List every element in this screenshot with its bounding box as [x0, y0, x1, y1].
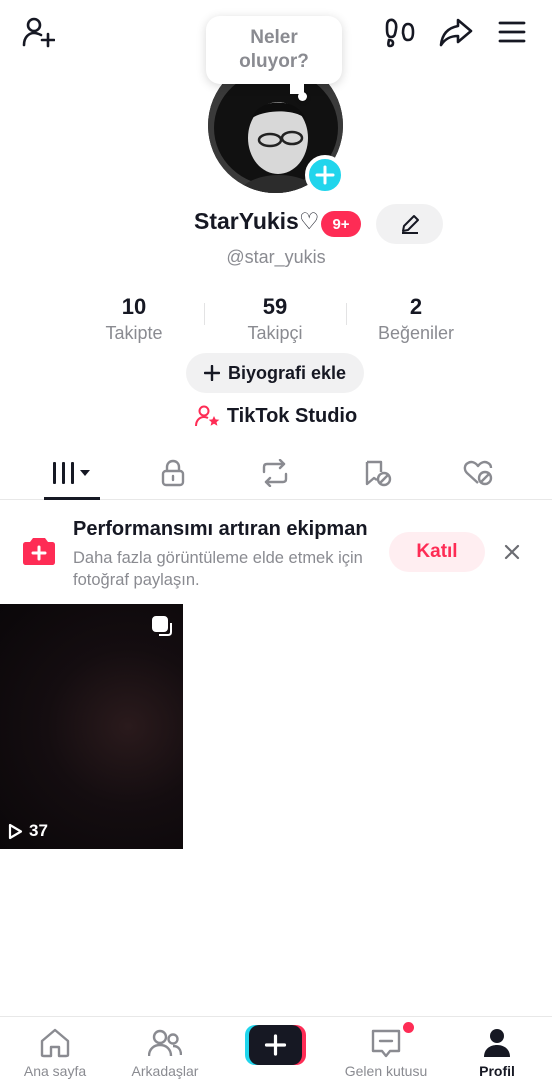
create-button[interactable]: [245, 1025, 306, 1065]
tab-liked[interactable]: [424, 446, 534, 500]
notification-badge: 9+: [321, 211, 361, 237]
add-bio-button[interactable]: Biyografi ekle: [186, 353, 364, 393]
nav-profile-label: Profil: [479, 1063, 515, 1079]
tab-private[interactable]: [118, 446, 228, 500]
video-thumbnail[interactable]: 37: [0, 604, 183, 849]
inbox-notification-dot: [403, 1022, 414, 1033]
friends-icon: [148, 1029, 182, 1057]
promo-title: Performansımı artıran ekipman: [73, 518, 368, 540]
nav-profile[interactable]: Profil: [442, 1017, 552, 1080]
nav-inbox[interactable]: Gelen kutusu: [331, 1017, 441, 1080]
nav-friends[interactable]: Arkadaşlar: [110, 1017, 220, 1080]
menu-button[interactable]: [492, 12, 532, 52]
nav-home-label: Ana sayfa: [23, 1063, 87, 1079]
lock-icon: [161, 459, 185, 487]
add-friend-button[interactable]: [18, 12, 58, 52]
tab-reposts[interactable]: [220, 446, 330, 500]
repost-icon: [262, 459, 288, 487]
videos-grid-icon: [53, 462, 90, 484]
promo-subtitle: Daha fazla görüntüleme elde etmek için f…: [73, 549, 363, 589]
tab-videos[interactable]: [17, 446, 127, 500]
following-label: Takipte: [105, 323, 163, 343]
profile-handle: @star_yukis: [226, 247, 326, 267]
pencil-icon: [401, 215, 419, 234]
play-icon: [8, 823, 23, 839]
video-views: 37: [8, 821, 48, 841]
multi-photo-icon: [152, 616, 172, 636]
studio-person-star-icon: [194, 405, 220, 427]
join-button[interactable]: Katıl: [389, 532, 485, 572]
person-add-icon: [22, 17, 55, 48]
plus-icon: [315, 165, 335, 185]
nav-friends-label: Arkadaşlar: [131, 1063, 199, 1079]
profile-tabs: [0, 446, 552, 500]
hidden-liked-icon: [463, 460, 493, 486]
home-icon: [40, 1028, 70, 1058]
share-icon: [439, 18, 473, 47]
camera-plus-icon: [23, 538, 55, 565]
footprints-button[interactable]: [380, 12, 420, 52]
add-photo-button[interactable]: [305, 155, 345, 195]
nav-inbox-label: Gelen kutusu: [344, 1063, 428, 1079]
edit-profile-button[interactable]: [376, 204, 443, 244]
create-plus-icon: [245, 1025, 306, 1065]
profile-username[interactable]: StarYukis♡: [194, 208, 319, 235]
likes-stat[interactable]: 2 Beğeniler: [346, 294, 486, 345]
thought-bubble[interactable]: Neler oluyor?: [206, 16, 342, 84]
share-profile-button[interactable]: [436, 12, 476, 52]
tab-favorites[interactable]: [323, 446, 433, 500]
add-bio-label: Biyografi ekle: [227, 362, 347, 383]
following-stat[interactable]: 10 Takipte: [64, 294, 204, 345]
video-view-count: 37: [29, 821, 48, 840]
followers-label: Takipçi: [247, 323, 303, 343]
plus-icon: [203, 365, 220, 381]
likes-count: 2: [409, 294, 423, 319]
thought-bubble-text: Neler oluyor?: [239, 27, 309, 72]
close-promo-button[interactable]: [492, 532, 532, 572]
followers-stat[interactable]: 59 Takipçi: [205, 294, 345, 345]
close-icon: [504, 544, 520, 560]
profile-icon: [484, 1029, 510, 1057]
tiktok-studio-label: TikTok Studio: [226, 404, 358, 427]
promo-banner: Performansımı artıran ekipman Daha fazla…: [0, 504, 552, 600]
tiktok-studio-link[interactable]: TikTok Studio: [0, 404, 552, 428]
nav-home[interactable]: Ana sayfa: [0, 1017, 110, 1080]
hamburger-menu-icon: [498, 21, 526, 43]
active-tab-indicator: [44, 497, 100, 500]
footprints-icon: [385, 18, 415, 48]
hidden-favorites-icon: [365, 460, 392, 487]
likes-label: Beğeniler: [377, 323, 455, 343]
followers-count: 59: [262, 294, 288, 319]
inbox-icon: [371, 1029, 401, 1058]
following-count: 10: [121, 294, 147, 319]
